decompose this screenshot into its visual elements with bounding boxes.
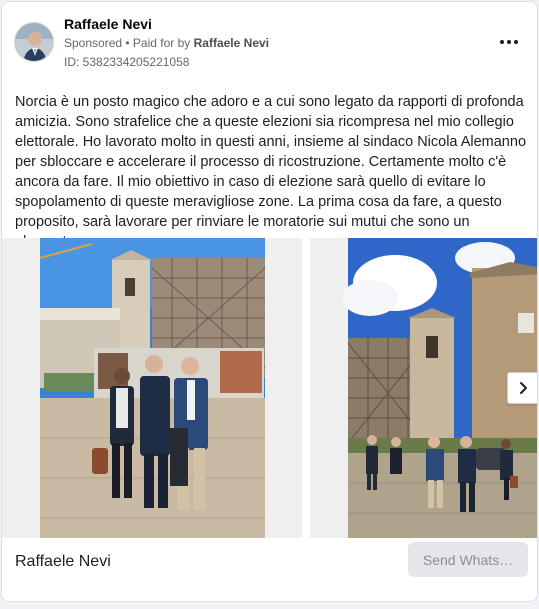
ad-card: Raffaele Nevi Sponsored • Paid for by Ra… <box>1 1 538 602</box>
carousel-image-1[interactable] <box>2 238 302 538</box>
sponsored-info: Sponsored • Paid for by Raffaele Nevi <box>64 36 269 50</box>
photo-group-in-square <box>2 238 302 538</box>
advertiser-name[interactable]: Raffaele Nevi <box>64 16 152 32</box>
carousel-next-button[interactable] <box>507 372 537 404</box>
sponsored-label: Sponsored <box>64 36 123 50</box>
paid-for-label: Paid for by <box>132 36 194 50</box>
paid-for-name[interactable]: Raffaele Nevi <box>194 36 269 50</box>
carousel-image-2[interactable] <box>310 238 537 538</box>
ad-id: ID: 5382334205221058 <box>64 55 190 69</box>
more-options-icon[interactable] <box>497 32 521 52</box>
chevron-right-icon <box>520 382 527 394</box>
media-carousel <box>2 238 537 538</box>
avatar-photo <box>15 23 53 61</box>
send-whatsapp-button[interactable]: Send Whats… <box>408 542 528 577</box>
separator-dot: • <box>122 36 133 50</box>
advertiser-avatar[interactable] <box>14 22 54 62</box>
photo-tower-piazza <box>310 238 537 538</box>
post-text: Norcia è un posto magico che adoro e a c… <box>15 94 527 250</box>
footer-page-name[interactable]: Raffaele Nevi <box>15 553 111 571</box>
